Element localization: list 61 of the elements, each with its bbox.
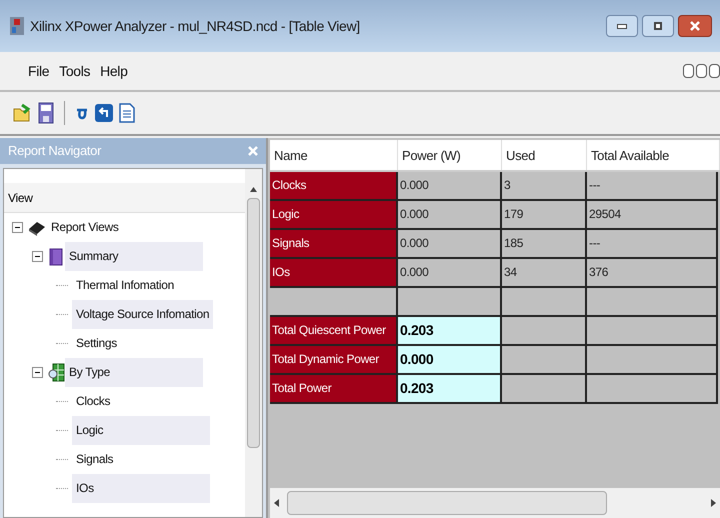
row-name-cell: Logic [270, 201, 398, 230]
collapse-toggle[interactable] [32, 251, 43, 262]
table-cell: 0.000 [398, 259, 502, 288]
tree-item[interactable]: Voltage Source Infomation [72, 300, 214, 329]
row-name-cell: Signals [270, 230, 398, 259]
total-value-cell: 0.203 [398, 317, 502, 346]
window-title: Xilinx XPower Analyzer - mul_NR4SD.ncd - [Table View] [30, 16, 361, 36]
book-icon [47, 246, 65, 266]
table-cell: 34 [502, 259, 587, 288]
table-cell: 3 [502, 172, 587, 201]
mdi-window-controls[interactable] [683, 64, 720, 78]
tree-item[interactable]: Signals [72, 445, 118, 474]
tree-item[interactable]: Settings [72, 329, 121, 358]
menu-item[interactable]: File [28, 60, 50, 82]
column-header: View [8, 190, 33, 206]
table-cell: 376 [587, 259, 718, 288]
total-value-cell: 0.203 [398, 375, 502, 404]
tree-item[interactable]: Summary [65, 242, 203, 271]
table-cell: 29504 [587, 201, 718, 230]
row-name-cell: Total Power [270, 375, 398, 404]
row-name-cell: Clocks [270, 172, 398, 201]
save-icon[interactable] [38, 102, 54, 124]
tree-item[interactable]: Logic [72, 416, 210, 445]
column-header[interactable]: Total Available [587, 140, 720, 170]
table-cell: 185 [502, 230, 587, 259]
row-name-cell: Total Quiescent Power [270, 317, 398, 346]
tree-item[interactable]: Clocks [72, 387, 114, 416]
tree-item[interactable]: IOs [72, 474, 210, 503]
total-value-cell: 0.000 [398, 346, 502, 375]
scroll-right-arrow-icon[interactable] [711, 499, 716, 507]
column-header[interactable]: Used [502, 140, 587, 170]
open-folder-icon[interactable] [12, 103, 32, 123]
close-icon [690, 21, 700, 31]
minimize-button[interactable] [606, 15, 638, 37]
table-cell: 179 [502, 201, 587, 230]
scroll-up-arrow-icon[interactable] [250, 187, 257, 192]
table-magnifier-icon [47, 362, 65, 382]
close-button[interactable] [678, 15, 712, 37]
table-cell: --- [587, 230, 718, 259]
maximize-button[interactable] [642, 15, 674, 37]
table-cell: 0.000 [398, 201, 502, 230]
column-header[interactable]: Name [270, 140, 398, 170]
table-cell: --- [587, 172, 718, 201]
menu-item[interactable]: Tools [59, 60, 90, 82]
tree-item[interactable]: Report Views [47, 213, 123, 242]
scroll-left-arrow-icon[interactable] [274, 499, 279, 507]
table-cell: 0.000 [398, 172, 502, 201]
row-name-cell: IOs [270, 259, 398, 288]
tree-item[interactable]: By Type [65, 358, 203, 387]
horizontal-scrollbar[interactable] [270, 488, 720, 518]
vertical-scrollbar[interactable] [245, 169, 262, 517]
collapse-toggle[interactable] [32, 367, 43, 378]
app-icon [8, 16, 26, 36]
collapse-toggle[interactable] [12, 222, 23, 233]
row-name-cell: Total Dynamic Power [270, 346, 398, 375]
document-icon[interactable] [119, 103, 135, 123]
menu-item[interactable]: Help [100, 60, 128, 82]
column-header[interactable]: Power (W) [398, 140, 502, 170]
tree-item[interactable]: Thermal Infomation [72, 271, 178, 300]
panel-title: Report Navigator [8, 142, 102, 160]
table-cell: 0.000 [398, 230, 502, 259]
